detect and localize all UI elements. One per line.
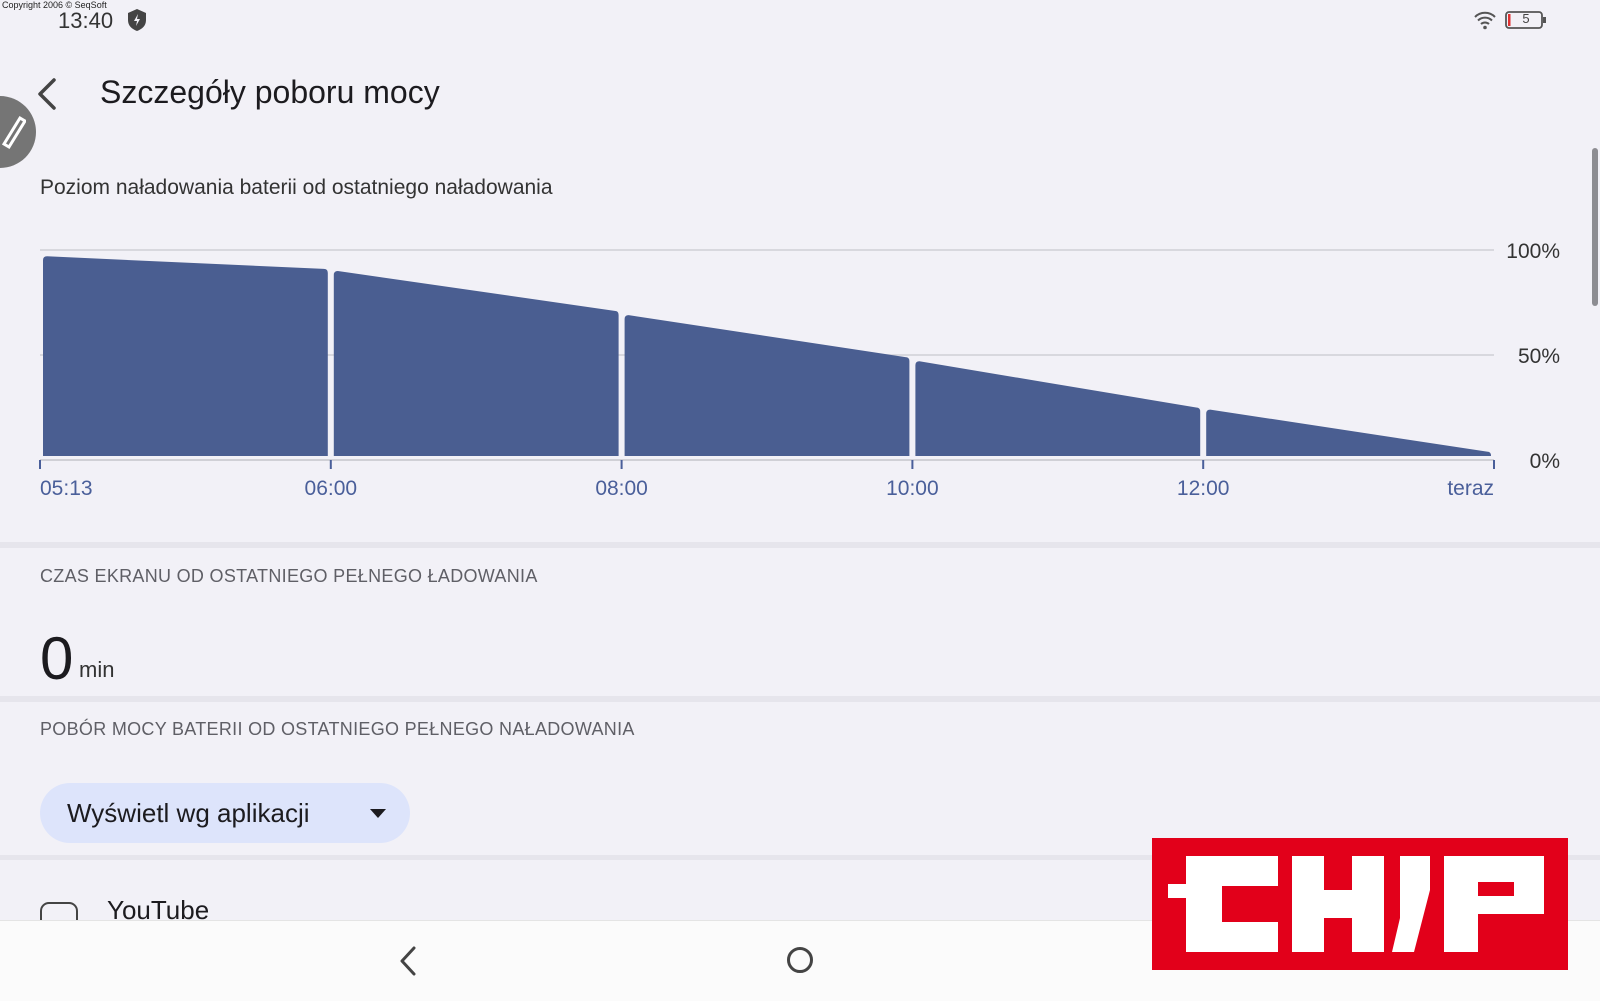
chart-segment (915, 361, 1201, 456)
chart-segment (624, 315, 910, 456)
battery-level-text: 5 (1522, 11, 1530, 26)
shield-icon (128, 9, 146, 31)
chart-y-tick-labels: 100% 50% 0% (1506, 240, 1560, 473)
chart-segments (43, 256, 1491, 456)
screen-time-value: 0 (40, 625, 74, 692)
chart-segment (43, 256, 328, 456)
view-by-app-dropdown-label: Wyświetl wg aplikacji (67, 798, 310, 828)
chip-logo (1152, 838, 1568, 970)
battery-level-chart: 05:13 06:00 08:00 10:00 12:00 teraz 100% 50% 0% (39, 240, 1560, 500)
section-divider (0, 542, 1600, 548)
dropdown-caret-icon (370, 809, 386, 818)
chart-segment (333, 271, 619, 456)
screen-time-unit: min (79, 657, 115, 682)
screen-time-header: CZAS EKRANU OD OSTATNIEGO PEŁNEGO ŁADOWA… (40, 566, 538, 586)
x-tick-label: 06:00 (305, 477, 358, 500)
x-tick-label: teraz (1447, 477, 1494, 500)
pencil-icon (1, 115, 26, 150)
page-title: Szczegóły poboru mocy (100, 74, 440, 110)
chart-segment (1206, 409, 1491, 456)
section-divider (0, 696, 1600, 702)
x-tick-label: 08:00 (595, 477, 648, 500)
nav-home-icon[interactable] (786, 946, 814, 974)
x-tick-label: 05:13 (40, 477, 93, 500)
battery-usage-header: POBÓR MOCY BATERII OD OSTATNIEGO PEŁNEGO… (40, 719, 635, 739)
x-tick-label: 12:00 (1177, 477, 1230, 500)
x-tick-label: 10:00 (886, 477, 939, 500)
back-arrow-icon[interactable] (34, 76, 62, 112)
status-time: 13:40 (58, 8, 114, 33)
y-tick-label: 50% (1518, 345, 1560, 368)
chart-x-tick-labels: 05:13 06:00 08:00 10:00 12:00 teraz (40, 477, 1494, 500)
y-tick-label: 0% (1530, 450, 1560, 473)
y-tick-label: 100% (1506, 240, 1560, 263)
scrollbar[interactable] (1592, 148, 1598, 306)
chart-x-axis (39, 459, 1495, 469)
view-by-app-dropdown[interactable]: Wyświetl wg aplikacji (40, 783, 410, 843)
nav-back-icon[interactable] (395, 944, 421, 978)
battery-chart-title: Poziom naładowania baterii od ostatniego… (40, 176, 553, 199)
edit-floating-button[interactable] (0, 96, 36, 168)
wifi-icon (1474, 11, 1496, 30)
